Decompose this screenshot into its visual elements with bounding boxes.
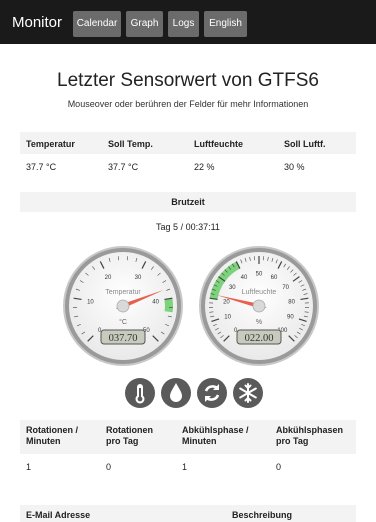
rotate-icon	[204, 384, 220, 402]
nav-english-button[interactable]: English	[204, 11, 247, 37]
navbar: Monitor Calendar Graph Logs English	[0, 0, 376, 44]
cooling-header-per-day: Abkühlsphasen pro Tag	[276, 425, 344, 446]
droplet-icon-button[interactable]	[161, 378, 191, 408]
gauge-highlight-band	[164, 298, 173, 313]
thermometer-icon	[135, 384, 145, 404]
brutzeit-header: Brutzeit	[20, 192, 356, 212]
gauge-tick-label: 40	[241, 275, 248, 281]
cooling-value-per-day[interactable]: 0	[276, 462, 281, 472]
droplet-icon	[170, 383, 182, 402]
snowflake-icon-button[interactable]	[233, 378, 263, 408]
temperature-gauge[interactable]: 01020 304050Temperatur°C037.70	[62, 245, 184, 367]
gauge-tick-label: 20	[223, 299, 230, 305]
sensor-header-soll-luftf: Soll Luftf.	[284, 139, 326, 149]
gauge-tick-label: 50	[256, 272, 263, 278]
page-title: Letzter Sensorwert von GTFS6	[57, 70, 319, 91]
rotation-header-per-day: Rotationen pro Tag	[106, 425, 153, 446]
rotation-header-per-minute: Rotationen / Minuten	[26, 425, 78, 446]
email-header-address: E-Mail Adresse	[26, 510, 91, 520]
thermometer-icon-button[interactable]	[125, 378, 155, 408]
email-header-description: Beschreibung	[232, 510, 293, 520]
gauge-tick-label: 40	[152, 299, 159, 305]
cooling-header-minutes: Abkühlsphase / Minuten	[182, 425, 249, 446]
humidity-gauge[interactable]: 0102030405060708090100Luftfeuchte%022.00	[198, 245, 320, 367]
gauge-tick-label: 60	[271, 275, 278, 281]
gauge-unit: °C	[119, 318, 127, 326]
gauge-value-text: 022.00	[245, 333, 274, 344]
nav-logs-button[interactable]: Logs	[168, 11, 199, 37]
gauge-tick-label: 20	[105, 275, 112, 281]
gauge-needle-hub	[116, 299, 130, 313]
nav-graph-button[interactable]: Graph	[126, 11, 163, 37]
cooling-value-minutes[interactable]: 1	[182, 462, 187, 472]
brutzeit-value[interactable]: Tag 5 / 00:37:11	[0, 222, 376, 232]
page-subtitle: Mouseover oder berühren der Felder für m…	[67, 99, 309, 109]
sensor-header-soll-temp: Soll Temp.	[108, 139, 153, 149]
rotation-value-per-day[interactable]: 0	[106, 462, 111, 472]
snowflake-icon	[239, 383, 257, 403]
sensor-value-soll-temp[interactable]: 37.7 °C	[108, 162, 138, 172]
gauge-tick-label: 30	[229, 285, 236, 291]
sensor-value-soll-luftf[interactable]: 30 %	[284, 162, 305, 172]
sensor-value-luftfeuchte[interactable]: 22 %	[194, 162, 215, 172]
rotate-icon-button[interactable]	[197, 378, 227, 408]
gauge-value-text: 037.70	[109, 333, 138, 344]
brand-link[interactable]: Monitor	[12, 14, 62, 31]
gauge-tick-label: 70	[282, 285, 289, 291]
gauge-tick-label: 80	[288, 299, 295, 305]
gauge-tick-label: 10	[87, 299, 94, 305]
gauge-tick-label: 30	[135, 275, 142, 281]
nav-calendar-button[interactable]: Calendar	[73, 11, 121, 37]
sensor-header-temperatur: Temperatur	[26, 139, 75, 149]
gauge-title: Luftfeuchte	[242, 289, 277, 296]
gauge-needle-hub	[252, 299, 266, 313]
rotation-value-per-minute[interactable]: 1	[26, 462, 31, 472]
gauge-title: Temperatur	[105, 289, 141, 296]
gauge-unit: %	[256, 319, 262, 326]
sensor-header-luftfeuchte: Luftfeuchte	[194, 139, 243, 149]
gauge-tick-label: 10	[224, 315, 231, 321]
sensor-value-temperatur[interactable]: 37.7 °C	[26, 162, 56, 172]
gauge-tick-label: 90	[287, 315, 294, 321]
